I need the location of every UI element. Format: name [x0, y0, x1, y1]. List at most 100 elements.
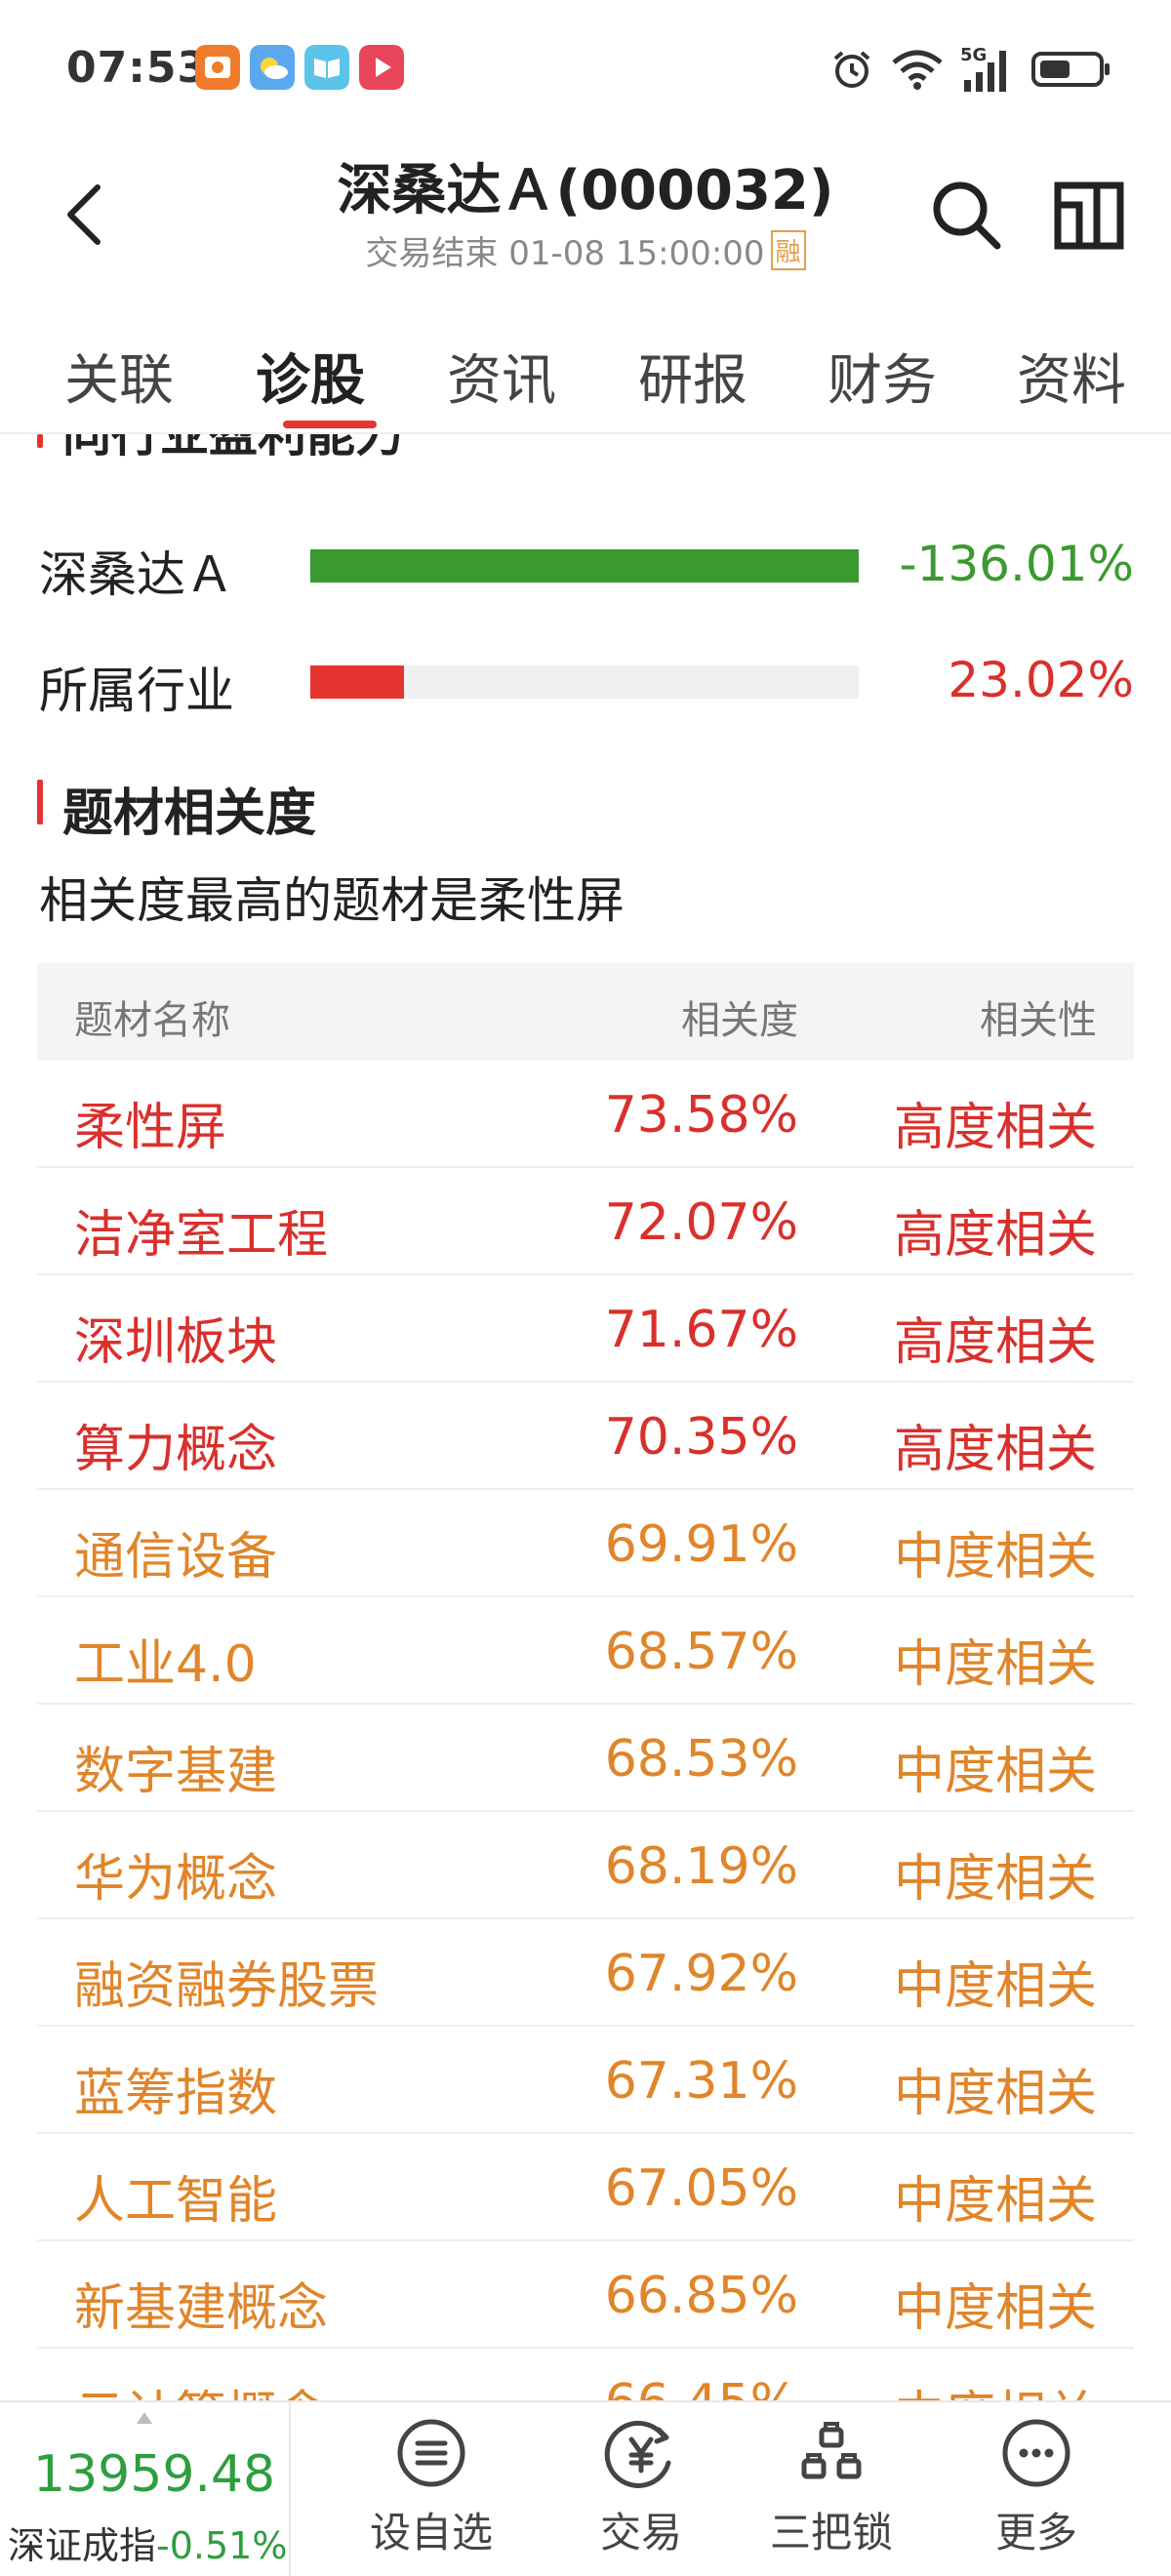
relevance-level-cell: 中度相关	[893, 2172, 1097, 2231]
relevance-level-cell: 中度相关	[893, 1743, 1097, 1801]
profit-bar-fill	[310, 549, 859, 583]
tab-finance[interactable]: 财务	[828, 337, 937, 416]
margin-badge: 融	[770, 230, 806, 270]
theme-name-cell: 人工智能	[74, 2172, 278, 2231]
weather-icon	[250, 45, 295, 90]
tab-bar: 关联 诊股 资讯 研报 财务 资料	[0, 298, 1171, 434]
table-row[interactable]: 洁净室工程 72.07% 高度相关	[37, 1168, 1134, 1275]
theme-name-cell: 算力概念	[74, 1421, 278, 1479]
status-time: 07:53	[66, 43, 209, 93]
yuan-icon	[604, 2420, 671, 2488]
relevance-pct-cell: 66.85%	[604, 2267, 798, 2325]
nav-more-button[interactable]: 更多	[939, 2416, 1134, 2572]
table-row[interactable]: 算力概念 70.35% 高度相关	[37, 1383, 1134, 1490]
relevance-pct-cell: 71.67%	[604, 1301, 798, 1359]
header: 深桑达Ａ(000032) 交易结束 01-08 15:00:00 融	[0, 137, 1171, 298]
relevance-level-cell: 中度相关	[893, 1528, 1097, 1587]
table-row[interactable]: 柔性屏 73.58% 高度相关	[37, 1061, 1134, 1168]
relevance-pct-cell: 73.58%	[604, 1086, 798, 1145]
profit-row-value: -136.01%	[899, 536, 1134, 592]
index-change: -0.51%	[156, 2524, 288, 2567]
profit-row-stock: 深桑达Ａ -136.01%	[0, 528, 1171, 606]
tab-research[interactable]: 研报	[638, 337, 747, 416]
tab-news[interactable]: 资讯	[447, 337, 556, 416]
table-row[interactable]: 深圳板块 71.67% 高度相关	[37, 1275, 1134, 1383]
tab-related[interactable]: 关联	[64, 337, 174, 416]
nav-trade-button[interactable]: 交易	[544, 2416, 739, 2572]
index-ticker[interactable]: 13959.48 深证成指-0.51%	[0, 2402, 291, 2576]
header-theme-name: 题材名称	[74, 998, 230, 1043]
relevance-pct-cell: 70.35%	[604, 1408, 798, 1467]
theme-name-cell: 通信设备	[74, 1528, 278, 1587]
relevance-pct-cell: 67.92%	[604, 1945, 798, 2003]
relevance-pct-cell: 67.31%	[604, 2052, 798, 2111]
theme-name-cell: 洁净室工程	[74, 1206, 329, 1265]
section-marker	[37, 780, 43, 825]
theme-name-cell: 工业4.0	[74, 1635, 257, 1694]
relevance-pct-cell: 67.05%	[604, 2159, 798, 2218]
relevance-level-cell: 高度相关	[893, 1206, 1097, 1265]
theme-section-title: 题材相关度	[62, 785, 317, 843]
profit-bar-track	[310, 549, 859, 583]
signal-icon: 5G	[960, 45, 1006, 92]
locks-icon	[801, 2422, 862, 2479]
nav-label: 更多	[994, 2509, 1077, 2556]
relevance-level-cell: 中度相关	[893, 1957, 1097, 2016]
profit-bar-track	[310, 665, 859, 699]
table-row[interactable]: 融资融券股票 67.92% 中度相关	[37, 1919, 1134, 2027]
theme-name-cell: 融资融券股票	[74, 1957, 380, 2016]
bottom-bar: 13959.48 深证成指-0.51% 设自选 交易 三把锁 更多	[0, 2400, 1171, 2576]
theme-name-cell: 柔性屏	[74, 1099, 227, 1157]
relevance-level-cell: 中度相关	[893, 2065, 1097, 2123]
wifi-icon	[892, 50, 943, 90]
relevance-level-cell: 高度相关	[893, 1099, 1097, 1157]
table-row[interactable]: 华为概念 68.19% 中度相关	[37, 1812, 1134, 1919]
table-row[interactable]: 新基建概念 66.85% 中度相关	[37, 2241, 1134, 2349]
relevance-pct-cell: 68.57%	[604, 1623, 798, 1681]
table-body: 柔性屏 73.58% 高度相关 洁净室工程 72.07% 高度相关 深圳板块 71.67% 高度…	[37, 1061, 1134, 2400]
relevance-level-cell: 中度相关	[893, 1850, 1097, 1909]
trade-status-text: 交易结束 01-08 15:00:00	[365, 234, 765, 273]
theme-name-cell: 云计算概念	[74, 2374, 328, 2400]
index-name: 深证成指	[8, 2524, 157, 2567]
nav-three-locks-button[interactable]: 三把锁	[734, 2416, 929, 2572]
profit-row-name: 深桑达Ａ	[39, 546, 234, 603]
theme-name-cell: 数字基建	[74, 1743, 278, 1801]
table-row[interactable]: 人工智能 67.05% 中度相关	[37, 2134, 1134, 2241]
table-row[interactable]: 蓝筹指数 67.31% 中度相关	[37, 2027, 1134, 2134]
table-row[interactable]: 工业4.0 68.57% 中度相关	[37, 1597, 1134, 1705]
table-row[interactable]: 通信设备 69.91% 中度相关	[37, 1490, 1134, 1597]
table-row[interactable]: 数字基建 68.53% 中度相关	[37, 1705, 1134, 1812]
theme-section-description: 相关度最高的题材是柔性屏	[39, 872, 625, 929]
section-marker	[37, 434, 43, 448]
relevance-level-cell: 中度相关	[894, 2374, 1097, 2400]
content-scroll[interactable]: 同行业盈利能力 深桑达Ａ -136.01% 所属行业 23.02% 题材相关度 …	[0, 434, 1171, 2400]
theme-name-cell: 深圳板块	[74, 1313, 278, 1372]
book-icon	[304, 45, 349, 90]
tab-profile[interactable]: 资料	[1017, 337, 1126, 416]
status-app-icons	[195, 45, 404, 90]
index-value: 13959.48	[33, 2445, 276, 2504]
profit-bar-fill	[310, 665, 404, 699]
search-icon[interactable]	[927, 176, 1005, 254]
relevance-level-cell: 中度相关	[893, 1635, 1097, 1694]
nav-watchlist-button[interactable]: 设自选	[334, 2416, 529, 2572]
nav-label: 三把锁	[769, 2509, 893, 2556]
nav-label: 设自选	[369, 2509, 493, 2556]
battery-icon	[1031, 52, 1110, 87]
relevance-pct-cell: 68.19%	[604, 1837, 798, 1896]
profitability-heading: 同行业盈利能力	[62, 434, 404, 463]
app-a-icon	[195, 45, 240, 90]
status-right: 5G	[829, 45, 1112, 94]
theme-name-cell: 蓝筹指数	[74, 2065, 278, 2123]
relevance-level-cell: 中度相关	[893, 2279, 1097, 2338]
nav-label: 交易	[599, 2509, 682, 2556]
table-header: 题材名称 相关度 相关性	[37, 963, 1134, 1061]
relevance-level-cell: 高度相关	[893, 1313, 1097, 1372]
table-row[interactable]: 云计算概念 66.45% 中度相关	[37, 2349, 1134, 2400]
share-icon[interactable]	[1052, 176, 1126, 254]
tab-diagnosis[interactable]: 诊股	[256, 337, 365, 416]
index-label: 深证成指-0.51%	[8, 2516, 287, 2569]
svg-text:5G: 5G	[960, 45, 987, 65]
list-icon	[397, 2419, 465, 2487]
